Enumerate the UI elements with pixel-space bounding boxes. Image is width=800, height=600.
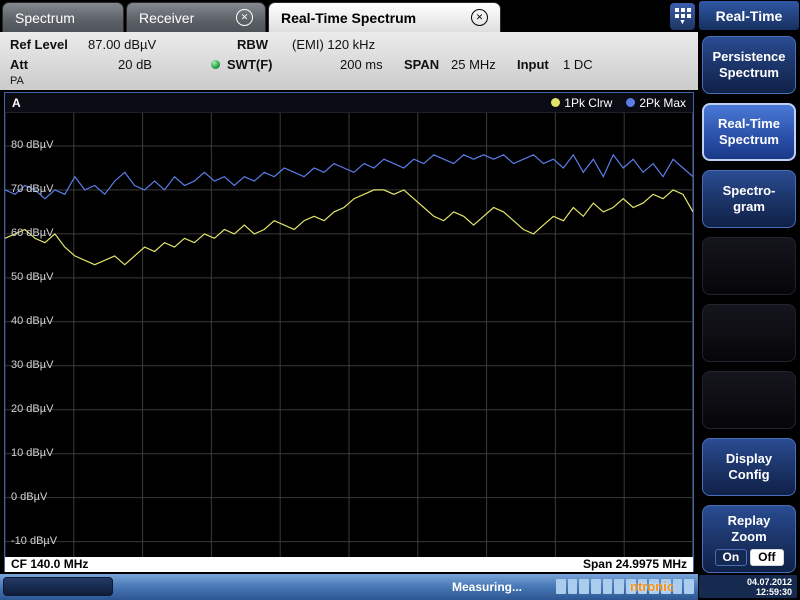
input-value[interactable]: 1 DC bbox=[563, 57, 593, 72]
softkey-label: Zoom bbox=[731, 529, 766, 545]
softkey-label: gram bbox=[733, 199, 765, 215]
progress-segment bbox=[556, 579, 566, 594]
softkey-empty bbox=[702, 304, 796, 362]
att-value[interactable]: 20 dB bbox=[118, 57, 152, 72]
grid-menu-icon[interactable]: ▼ bbox=[670, 3, 695, 30]
trace-legend: 1Pk Clrw 2Pk Max bbox=[551, 96, 686, 110]
time-label: 12:59:30 bbox=[699, 587, 792, 597]
softkey-label: Spectro- bbox=[723, 183, 776, 199]
legend-2pk-max: 2Pk Max bbox=[626, 96, 686, 110]
tab-bar: Spectrum Receiver ✕ Real-Time Spectrum ✕ bbox=[0, 0, 698, 32]
input-label: Input bbox=[517, 57, 549, 72]
screen: { "tabs": [ {"label": "Spectrum", "closa… bbox=[0, 0, 800, 600]
datetime-box: 04.07.2012 12:59:30 bbox=[699, 575, 797, 598]
softkey-display-config[interactable]: DisplayConfig bbox=[702, 438, 796, 496]
spectrum-chart: A 1Pk Clrw 2Pk Max 80 dBµV70 dBµV60 dBµV5… bbox=[4, 92, 694, 572]
watermark: ntronic bbox=[630, 579, 674, 594]
legend-label: 2Pk Max bbox=[639, 96, 686, 110]
softkey-label: Persistence bbox=[713, 49, 786, 65]
chevron-down-icon: ▼ bbox=[679, 20, 686, 26]
toggle-option-on[interactable]: On bbox=[715, 549, 748, 566]
chart-header: A 1Pk Clrw 2Pk Max bbox=[5, 93, 693, 113]
span-label: SPAN bbox=[404, 57, 439, 72]
softkey-persistence-spectrum[interactable]: PersistenceSpectrum bbox=[702, 36, 796, 94]
measuring-status: Measuring... bbox=[452, 580, 522, 594]
att-label: Att bbox=[10, 57, 28, 72]
progress-segment bbox=[579, 579, 589, 594]
date-label: 04.07.2012 bbox=[699, 577, 792, 587]
softkey-real-time-spectrum[interactable]: Real-TimeSpectrum bbox=[702, 103, 796, 161]
dots-grid-icon bbox=[675, 8, 691, 18]
swt-label: SWT(F) bbox=[227, 57, 272, 72]
replay-zoom-toggle: OnOff bbox=[715, 549, 784, 566]
tab-label: Real-Time Spectrum bbox=[281, 10, 416, 26]
swt-led-icon bbox=[211, 60, 220, 69]
status-bar: Measuring... ntronic bbox=[0, 574, 698, 600]
toggle-option-off[interactable]: Off bbox=[750, 549, 783, 566]
center-frequency-readout[interactable]: CF 140.0 MHz bbox=[11, 557, 88, 572]
progress-segment bbox=[603, 579, 613, 594]
tab-close-icon[interactable]: ✕ bbox=[236, 9, 253, 26]
softkey-replay-zoom[interactable]: ReplayZoom OnOff bbox=[702, 505, 796, 573]
swt-value[interactable]: 200 ms bbox=[340, 57, 383, 72]
window-label: A bbox=[12, 96, 21, 110]
ref-level-label: Ref Level bbox=[10, 37, 68, 52]
tab-close-icon[interactable]: ✕ bbox=[471, 9, 488, 26]
rbw-label: RBW bbox=[237, 37, 268, 52]
progress-segment bbox=[591, 579, 601, 594]
settings-bar: Ref Level 87.00 dBµV RBW (EMI) 120 kHz A… bbox=[0, 32, 698, 90]
softkey-empty bbox=[702, 371, 796, 429]
trace-marker-icon bbox=[551, 98, 560, 107]
softkey-label: Replay bbox=[728, 513, 771, 529]
progress-segment bbox=[673, 579, 683, 594]
plot-area: 80 dBµV70 dBµV60 dBµV50 dBµV40 dBµV30 dB… bbox=[5, 113, 693, 557]
softkey-spectro-gram[interactable]: Spectro-gram bbox=[702, 170, 796, 228]
softkey-label: Display bbox=[726, 451, 772, 467]
tab-label: Receiver bbox=[139, 10, 194, 26]
trace-canvas bbox=[5, 113, 693, 557]
chart-footer: CF 140.0 MHz Span 24.9975 MHz bbox=[5, 557, 693, 572]
tab-receiver[interactable]: Receiver ✕ bbox=[126, 2, 266, 32]
pa-indicator: PA bbox=[10, 75, 24, 87]
progress-segment bbox=[568, 579, 578, 594]
rbw-value[interactable]: (EMI) 120 kHz bbox=[292, 37, 375, 52]
progress-segment bbox=[614, 579, 624, 594]
softkey-empty bbox=[702, 237, 796, 295]
tab-label: Spectrum bbox=[15, 10, 75, 26]
legend-label: 1Pk Clrw bbox=[564, 96, 612, 110]
softkey-panel: Real-Time PersistenceSpectrumReal-TimeSp… bbox=[698, 0, 800, 600]
tab-spectrum[interactable]: Spectrum bbox=[2, 2, 124, 32]
softkey-label: Spectrum bbox=[719, 65, 779, 81]
legend-1pk-clrw: 1Pk Clrw bbox=[551, 96, 612, 110]
tab-real-time-spectrum[interactable]: Real-Time Spectrum ✕ bbox=[268, 2, 501, 32]
span-readout[interactable]: Span 24.9975 MHz bbox=[583, 557, 687, 572]
menu-title: Real-Time bbox=[699, 1, 799, 30]
trace-marker-icon bbox=[626, 98, 635, 107]
softkey-label: Real-Time bbox=[718, 116, 780, 132]
softkey-label: Spectrum bbox=[719, 132, 779, 148]
softkey-label: Config bbox=[728, 467, 769, 483]
ref-level-value[interactable]: 87.00 dBµV bbox=[88, 37, 156, 52]
span-value[interactable]: 25 MHz bbox=[451, 57, 496, 72]
statusbar-button[interactable] bbox=[3, 577, 113, 596]
progress-segment bbox=[684, 579, 694, 594]
